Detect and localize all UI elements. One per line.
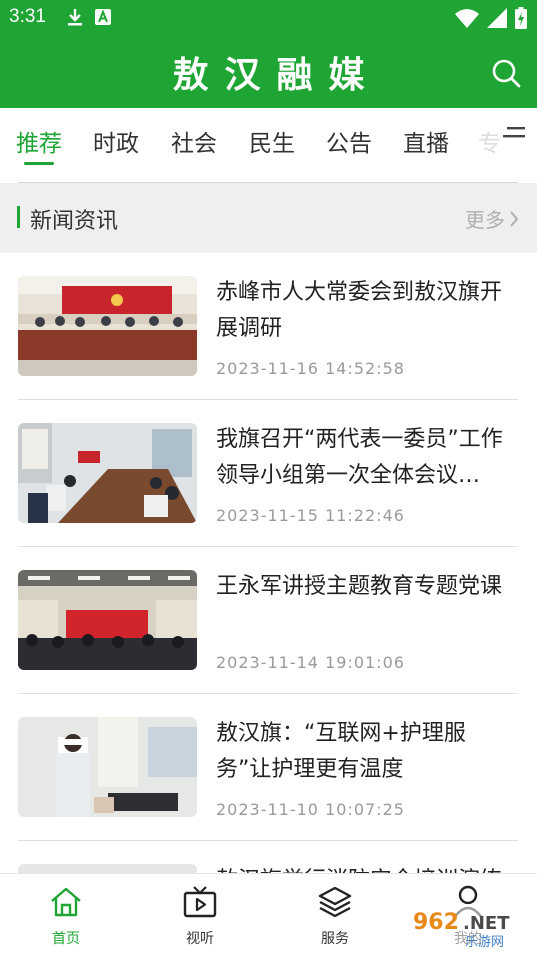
svg-text:乐游网: 乐游网 <box>465 935 504 950</box>
news-thumbnail <box>18 423 197 523</box>
chevron-right-icon <box>510 210 519 227</box>
news-thumbnail <box>18 276 197 376</box>
download-icon <box>68 9 82 26</box>
news-item[interactable]: 我旗召开“两代表一委员”工作领导小组第一次全体会议… 2023-11-15 11… <box>0 400 537 547</box>
news-time: 2023-11-14 19:01:06 <box>216 653 405 672</box>
status-left-icons <box>66 7 112 27</box>
nav-service-label: 服务 <box>321 931 349 947</box>
more-link[interactable]: 更多 <box>465 204 519 233</box>
tab-live[interactable]: 直播 <box>403 124 449 158</box>
news-title: 王永军讲授主题教育专题党课 <box>216 574 503 599</box>
category-tabs: 推荐 时政 社会 民生 公告 直播 专 <box>0 108 537 182</box>
status-right-icons <box>455 7 527 29</box>
home-icon <box>51 887 81 917</box>
nav-home-label: 首页 <box>52 931 80 947</box>
signal-icon <box>487 8 507 28</box>
app-header: 敖汉融媒 <box>0 36 537 108</box>
tab-politics[interactable]: 时政 <box>93 124 139 158</box>
news-thumbnail <box>18 717 197 817</box>
news-time: 2023-11-15 11:22:46 <box>216 506 405 525</box>
battery-icon <box>515 7 527 29</box>
a-badge-icon <box>95 9 111 25</box>
news-item[interactable]: 王永军讲授主题教育专题党课 2023-11-14 19:01:06 <box>0 547 537 694</box>
news-time: 2023-11-10 10:07:25 <box>216 800 405 819</box>
news-title: 敖汉旗：“互联网+护理服务”让护理更有温度 <box>216 721 466 782</box>
more-label: 更多 <box>465 208 505 232</box>
tab-society[interactable]: 社会 <box>171 124 217 158</box>
search-icon[interactable] <box>491 58 521 88</box>
tab-notice[interactable]: 公告 <box>326 124 372 158</box>
svg-text:.NET: .NET <box>463 913 510 934</box>
status-time: 3:31 <box>9 6 46 27</box>
layers-icon <box>318 886 352 918</box>
wifi-icon <box>455 9 479 28</box>
news-title: 赤峰市人大常委会到敖汉旗开展调研 <box>216 280 503 341</box>
menu-icon[interactable] <box>503 125 525 141</box>
section-title: 新闻资讯 <box>30 209 119 234</box>
news-time: 2023-11-16 14:52:58 <box>216 359 405 378</box>
status-bar: 3:31 <box>0 0 537 36</box>
nav-service[interactable]: 服务 <box>295 884 375 948</box>
news-item[interactable]: 赤峰市人大常委会到敖汉旗开展调研 2023-11-16 14:52:58 <box>0 253 537 400</box>
nav-media[interactable]: 视听 <box>160 884 240 948</box>
news-title: 我旗召开“两代表一委员”工作领导小组第一次全体会议… <box>216 427 503 488</box>
tab-recommend[interactable]: 推荐 <box>16 124 62 158</box>
nav-home[interactable]: 首页 <box>26 884 106 948</box>
tv-play-icon <box>183 886 217 918</box>
tab-livelihood[interactable]: 民生 <box>249 124 295 158</box>
news-thumbnail <box>18 570 197 670</box>
section-header: 新闻资讯 更多 <box>0 183 537 253</box>
site-watermark-logo: 962 .NET 乐游网 <box>407 904 529 950</box>
app-title: 敖汉融媒 <box>172 54 381 96</box>
news-item[interactable]: 敖汉旗：“互联网+护理服务”让护理更有温度 2023-11-10 10:07:2… <box>0 694 537 841</box>
svg-text:962: 962 <box>413 910 459 935</box>
section-accent-bar <box>17 206 20 228</box>
tab-topic[interactable]: 专 <box>478 124 501 158</box>
nav-media-label: 视听 <box>186 931 214 947</box>
active-tab-indicator <box>24 162 54 165</box>
